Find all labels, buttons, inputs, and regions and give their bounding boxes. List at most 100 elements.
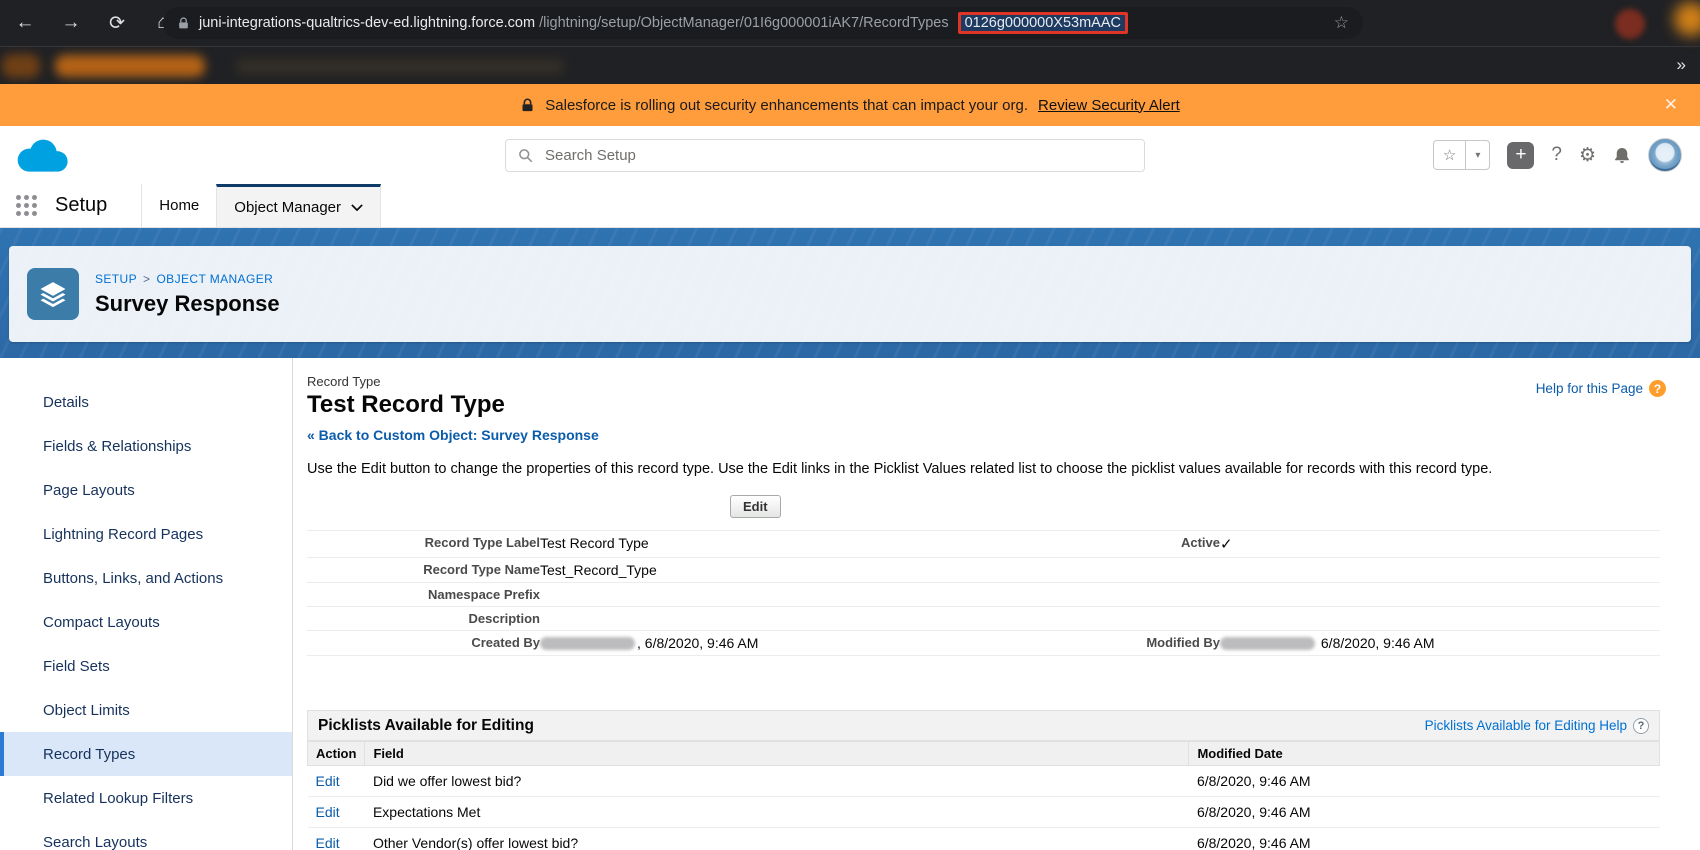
security-alert-banner: Salesforce is rolling out security enhan… <box>0 84 1700 126</box>
gear-icon[interactable]: ⚙ <box>1579 144 1596 167</box>
intro-text: Use the Edit button to change the proper… <box>307 461 1700 477</box>
created-by-date: , 6/8/2020, 9:46 AM <box>637 635 758 651</box>
picklists-section-header: Picklists Available for Editing Picklist… <box>307 710 1660 741</box>
browser-chrome: ← → ⟳ ⌂ juni-integrations-qualtrics-dev-… <box>0 0 1700 84</box>
search-setup-box <box>505 139 1145 172</box>
breadcrumb-setup-link[interactable]: SETUP <box>95 272 137 286</box>
bell-icon[interactable] <box>1613 146 1631 165</box>
url-bar[interactable]: juni-integrations-qualtrics-dev-ed.light… <box>163 7 1363 39</box>
help-question-icon[interactable]: ? <box>1649 380 1666 397</box>
favorites-caret-icon[interactable]: ▾ <box>1465 141 1489 169</box>
object-manager-sidebar: Details Fields & Relationships Page Layo… <box>0 358 293 850</box>
avatar[interactable] <box>1648 138 1682 172</box>
reload-icon[interactable]: ⟳ <box>106 12 128 35</box>
url-host: juni-integrations-qualtrics-dev-ed.light… <box>199 15 535 31</box>
record-type-title: Test Record Type <box>307 391 1700 419</box>
nav-tabs: Home Object Manager <box>141 184 381 227</box>
help-for-this-page: Help for this Page ? <box>1536 380 1666 397</box>
back-icon[interactable]: ← <box>14 12 36 34</box>
redacted-name <box>1220 637 1315 650</box>
created-by-label: Created By <box>307 630 540 655</box>
sidebar-item-buttons-links-actions[interactable]: Buttons, Links, and Actions <box>0 556 292 600</box>
bookmark-star-icon[interactable]: ☆ <box>1334 13 1349 33</box>
detail-empty-cell <box>1220 582 1660 606</box>
picklists-help-icon[interactable]: ? <box>1633 718 1649 734</box>
column-header-action: Action <box>308 742 365 766</box>
created-by-value: , 6/8/2020, 9:46 AM <box>540 630 1025 655</box>
page-header-card: SETUP>OBJECT MANAGER Survey Response <box>9 246 1691 342</box>
help-icon[interactable]: ? <box>1551 144 1562 166</box>
page-title: Survey Response <box>95 291 280 317</box>
layers-icon <box>38 279 68 309</box>
url-path: /lightning/setup/ObjectManager/01I6g0000… <box>539 15 949 31</box>
back-to-object-link[interactable]: « Back to Custom Object: Survey Response <box>307 427 599 443</box>
detail-empty-cell <box>1220 606 1660 630</box>
section-label: Record Type <box>307 374 1700 389</box>
field-cell: Other Vendor(s) offer lowest bid? <box>365 828 1189 850</box>
sidebar-item-page-layouts[interactable]: Page Layouts <box>0 468 292 512</box>
search-input[interactable] <box>543 146 1132 165</box>
detail-empty-cell <box>1025 557 1220 582</box>
picklists-section-title: Picklists Available for Editing <box>318 717 534 735</box>
table-row: Edit Other Vendor(s) offer lowest bid? 6… <box>308 828 1660 850</box>
namespace-prefix-value <box>540 582 1025 606</box>
salesforce-logo <box>10 133 74 177</box>
tab-object-manager[interactable]: Object Manager <box>216 184 381 227</box>
app-launcher-icon[interactable] <box>16 195 37 216</box>
blurred-corner-blob <box>1674 2 1700 36</box>
blurred-bookmark-blob <box>2 54 40 78</box>
lock-icon <box>520 97 535 114</box>
blurred-bookmark-blob <box>55 55 205 77</box>
forward-icon[interactable]: → <box>60 12 82 34</box>
modified-date-cell: 6/8/2020, 9:46 AM <box>1189 766 1660 797</box>
tab-home[interactable]: Home <box>142 184 216 227</box>
table-header-row: Action Field Modified Date <box>308 742 1660 766</box>
bookmarks-bar: » <box>0 46 1700 84</box>
sidebar-item-search-layouts[interactable]: Search Layouts <box>0 820 292 850</box>
sidebar-item-lightning-record-pages[interactable]: Lightning Record Pages <box>0 512 292 556</box>
sidebar-item-details[interactable]: Details <box>0 380 292 424</box>
object-icon <box>27 268 79 320</box>
table-row: Edit Did we offer lowest bid? 6/8/2020, … <box>308 766 1660 797</box>
global-actions-icon[interactable]: + <box>1507 142 1534 169</box>
sidebar-item-object-limits[interactable]: Object Limits <box>0 688 292 732</box>
record-type-name-value: Test_Record_Type <box>540 557 1025 582</box>
redacted-name <box>540 637 635 650</box>
edit-link[interactable]: Edit <box>316 804 340 820</box>
tab-home-label: Home <box>159 197 199 214</box>
table-row: Edit Expectations Met 6/8/2020, 9:46 AM <box>308 797 1660 828</box>
picklists-table: Action Field Modified Date Edit Did we o… <box>307 741 1660 850</box>
modified-by-value: 6/8/2020, 9:46 AM <box>1220 630 1660 655</box>
blurred-bookmark-blob <box>235 58 565 75</box>
detail-empty-cell <box>1220 557 1660 582</box>
ssl-lock-icon <box>177 16 190 31</box>
edit-link[interactable]: Edit <box>316 773 340 789</box>
breadcrumb-object-manager-link[interactable]: OBJECT MANAGER <box>156 272 273 286</box>
description-value <box>540 606 1025 630</box>
content-area: Details Fields & Relationships Page Layo… <box>0 358 1700 850</box>
alert-text: Salesforce is rolling out security enhan… <box>545 97 1028 114</box>
sidebar-item-compact-layouts[interactable]: Compact Layouts <box>0 600 292 644</box>
modified-date-cell: 6/8/2020, 9:46 AM <box>1189 828 1660 850</box>
edit-link[interactable]: Edit <box>316 835 340 850</box>
picklists-help: Picklists Available for Editing Help ? <box>1425 718 1649 734</box>
modified-by-date: 6/8/2020, 9:46 AM <box>1321 635 1435 651</box>
record-type-detail-panel: Help for this Page ? Record Type Test Re… <box>293 358 1700 850</box>
detail-empty-cell <box>1025 582 1220 606</box>
record-type-label-label: Record Type Label <box>307 530 540 557</box>
bookmarks-overflow-icon[interactable]: » <box>1677 55 1686 75</box>
picklists-help-link[interactable]: Picklists Available for Editing Help <box>1425 718 1627 733</box>
avatar-blur <box>1656 146 1674 164</box>
review-security-alert-link[interactable]: Review Security Alert <box>1038 97 1180 114</box>
sidebar-item-related-lookup-filters[interactable]: Related Lookup Filters <box>0 776 292 820</box>
help-for-this-page-link[interactable]: Help for this Page <box>1536 381 1643 396</box>
button-row: Edit <box>307 495 1700 518</box>
sidebar-item-record-types[interactable]: Record Types <box>0 732 292 776</box>
favorites-star-icon[interactable]: ☆ <box>1434 141 1465 169</box>
column-header-modified-date: Modified Date <box>1189 742 1660 766</box>
field-cell: Expectations Met <box>365 797 1189 828</box>
close-icon[interactable]: ✕ <box>1664 95 1678 115</box>
sidebar-item-fields-relationships[interactable]: Fields & Relationships <box>0 424 292 468</box>
edit-button[interactable]: Edit <box>730 495 781 518</box>
sidebar-item-field-sets[interactable]: Field Sets <box>0 644 292 688</box>
